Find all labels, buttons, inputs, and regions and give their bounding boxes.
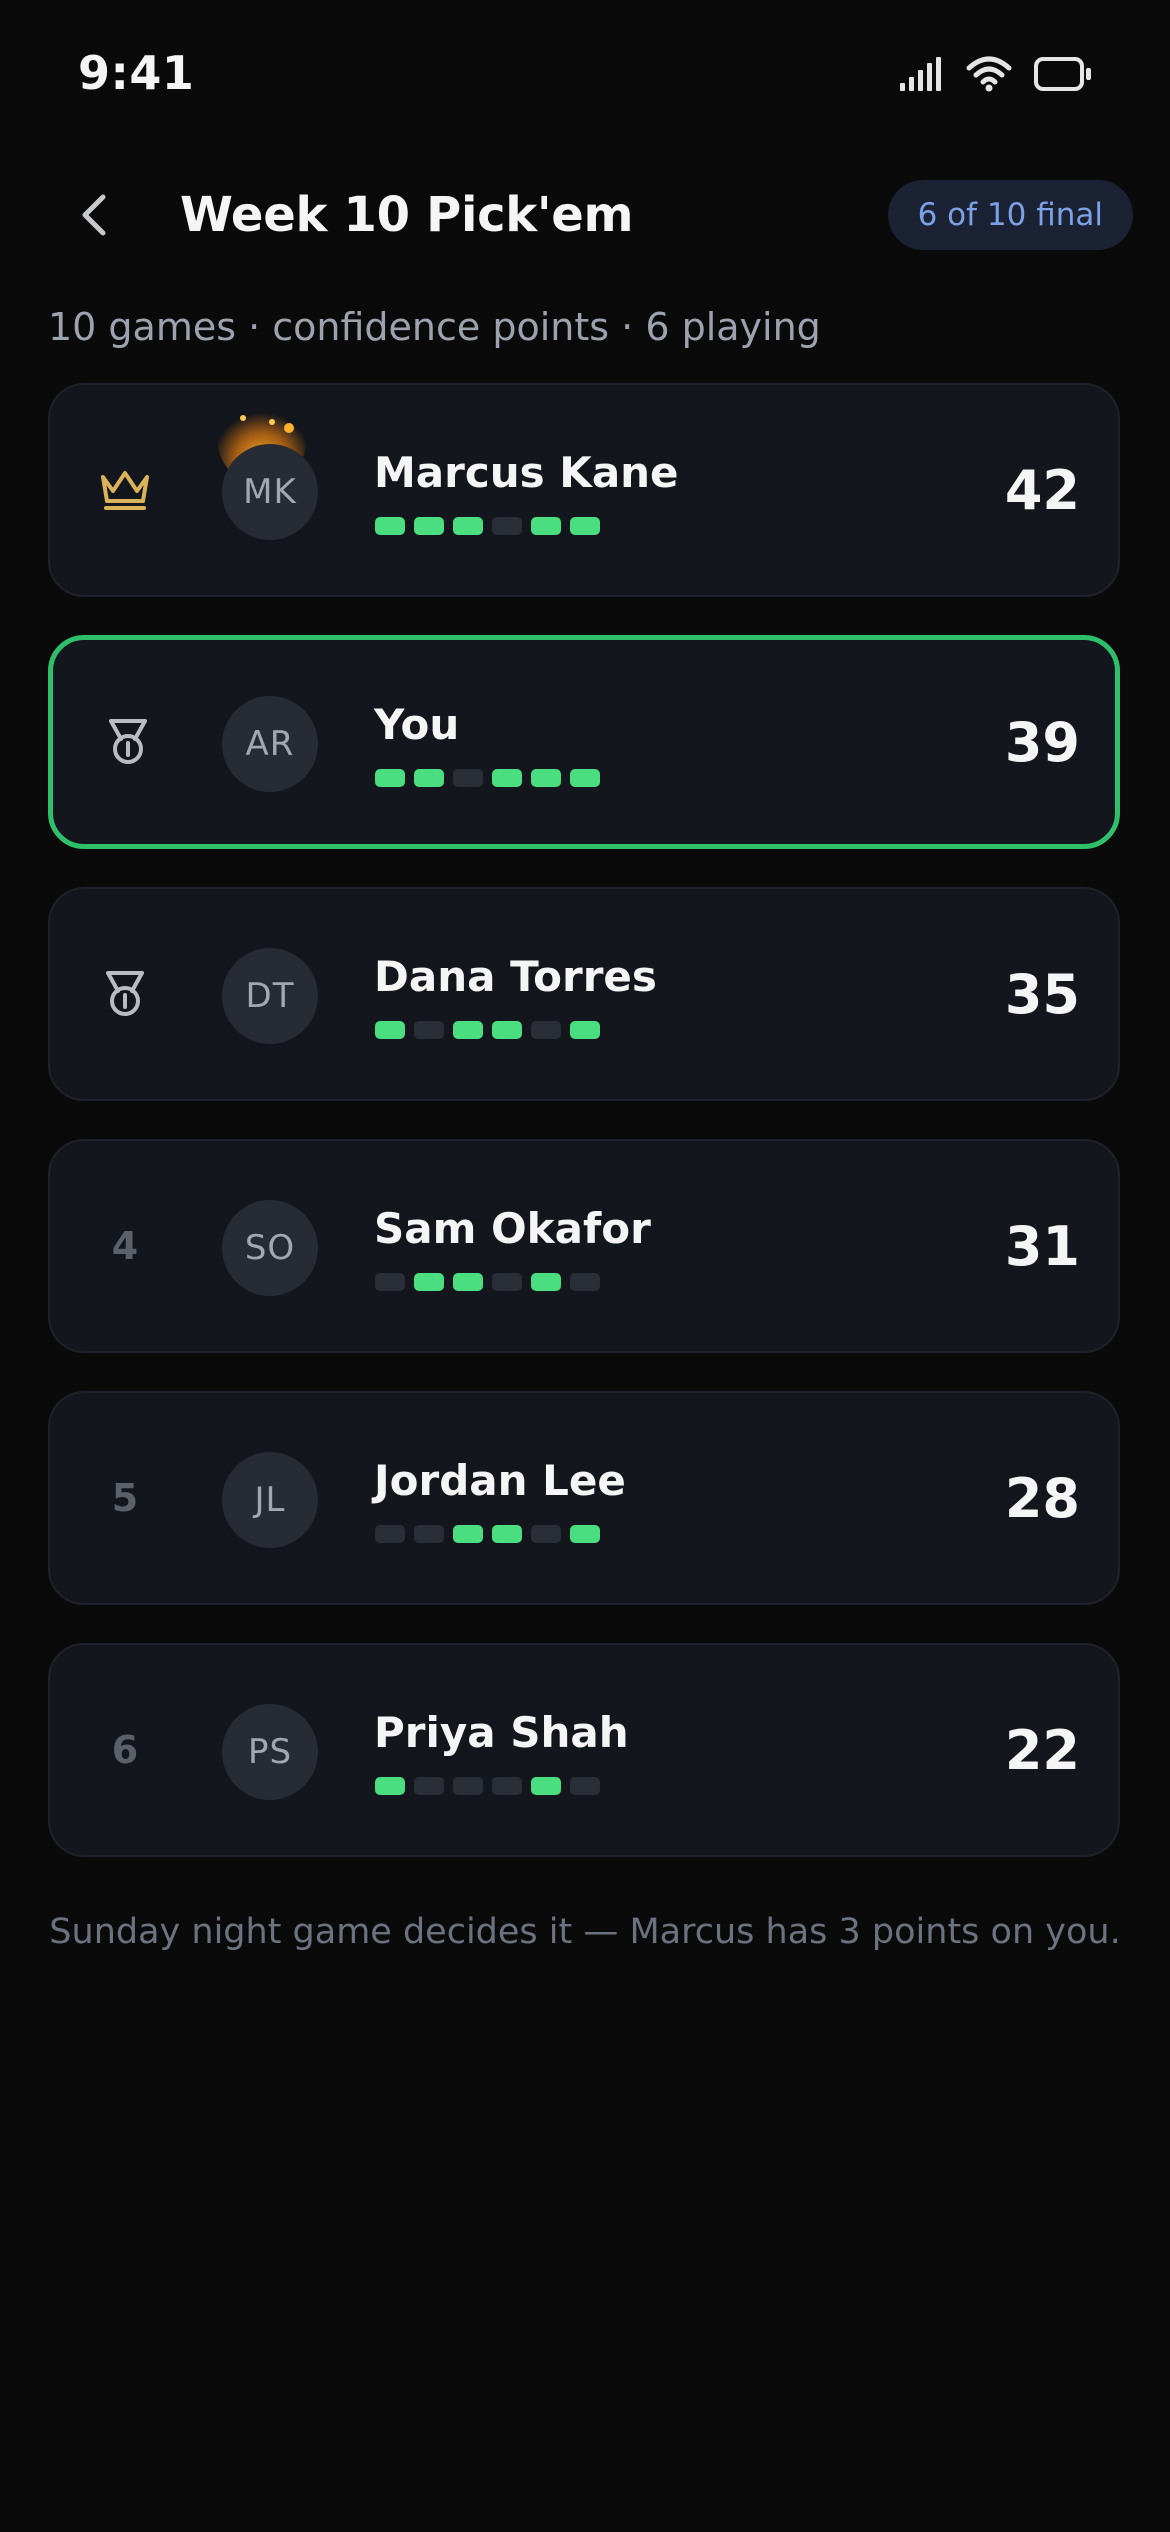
pick-missed-indicator bbox=[492, 1273, 522, 1291]
pick-missed-indicator bbox=[570, 1273, 600, 1291]
status-icons bbox=[898, 56, 1092, 92]
pick-results bbox=[375, 1525, 600, 1543]
rank-number: 5 bbox=[111, 1476, 139, 1520]
status-bar: 9:41 bbox=[0, 0, 1170, 150]
player-name: Marcus Kane bbox=[374, 448, 679, 497]
score: 28 bbox=[1004, 1466, 1080, 1530]
pick-correct-indicator bbox=[453, 1021, 483, 1039]
rank-indicator bbox=[90, 889, 160, 1099]
player-name: Dana Torres bbox=[374, 952, 657, 1001]
pick-correct-indicator bbox=[453, 1273, 483, 1291]
pick-correct-indicator bbox=[375, 517, 405, 535]
pick-correct-indicator bbox=[375, 1777, 405, 1795]
chevron-left-icon bbox=[82, 194, 106, 236]
pick-missed-indicator bbox=[570, 1777, 600, 1795]
score: 42 bbox=[1004, 458, 1080, 522]
pick-correct-indicator bbox=[492, 1525, 522, 1543]
score: 35 bbox=[1004, 962, 1080, 1026]
player-name: Priya Shah bbox=[374, 1708, 629, 1757]
avatar: SO bbox=[222, 1200, 318, 1296]
rank-indicator bbox=[93, 640, 163, 844]
pick-missed-indicator bbox=[453, 769, 483, 787]
back-button[interactable] bbox=[62, 182, 128, 248]
pick-correct-indicator bbox=[570, 517, 600, 535]
player-name: Sam Okafor bbox=[374, 1204, 651, 1253]
games-final-badge: 6 of 10 final bbox=[887, 180, 1133, 250]
pick-missed-indicator bbox=[531, 1021, 561, 1039]
player-name: You bbox=[374, 700, 460, 749]
crown-icon bbox=[101, 471, 149, 510]
pick-results bbox=[375, 1021, 600, 1039]
pick-correct-indicator bbox=[570, 1525, 600, 1543]
footer-note: Sunday night game decides it — Marcus ha… bbox=[49, 1912, 1121, 1952]
pick-missed-indicator bbox=[375, 1273, 405, 1291]
pick-missed-indicator bbox=[414, 1021, 444, 1039]
pick-missed-indicator bbox=[414, 1525, 444, 1543]
pick-correct-indicator bbox=[414, 517, 444, 535]
pick-correct-indicator bbox=[414, 1273, 444, 1291]
avatar: PS bbox=[222, 1704, 318, 1800]
pick-results bbox=[375, 769, 600, 787]
leaderboard-row[interactable]: 5 JL Jordan Lee 28 bbox=[48, 1391, 1120, 1605]
medal-icon bbox=[109, 719, 147, 764]
score: 39 bbox=[1004, 710, 1080, 774]
rank-number: 4 bbox=[111, 1224, 139, 1268]
leaderboard-row[interactable]: MK Marcus Kane 42 bbox=[48, 383, 1120, 597]
page-title: Week 10 Pick'em bbox=[180, 187, 634, 243]
battery-icon bbox=[1034, 57, 1091, 91]
header: Week 10 Pick'em 6 of 10 final bbox=[0, 170, 1170, 260]
pick-missed-indicator bbox=[492, 517, 522, 535]
pick-correct-indicator bbox=[375, 769, 405, 787]
avatar: AR bbox=[222, 696, 318, 792]
avatar: DT bbox=[222, 948, 318, 1044]
rank-number: 6 bbox=[111, 1728, 139, 1772]
pick-missed-indicator bbox=[414, 1777, 444, 1795]
avatar: MK bbox=[222, 444, 318, 540]
pick-correct-indicator bbox=[570, 1021, 600, 1039]
leaderboard-row[interactable]: DT Dana Torres 35 bbox=[48, 887, 1120, 1101]
status-time: 9:41 bbox=[78, 46, 195, 100]
pick-correct-indicator bbox=[492, 1021, 522, 1039]
rank-indicator bbox=[90, 385, 160, 595]
pick-correct-indicator bbox=[375, 1021, 405, 1039]
avatar: JL bbox=[222, 1452, 318, 1548]
pick-results bbox=[375, 517, 600, 535]
pick-missed-indicator bbox=[531, 1525, 561, 1543]
pick-correct-indicator bbox=[453, 517, 483, 535]
leaderboard-row[interactable]: 6 PS Priya Shah 22 bbox=[48, 1643, 1120, 1857]
leaderboard-row[interactable]: 4 SO Sam Okafor 31 bbox=[48, 1139, 1120, 1353]
pick-correct-indicator bbox=[570, 769, 600, 787]
pick-correct-indicator bbox=[531, 769, 561, 787]
score: 31 bbox=[1004, 1214, 1080, 1278]
pick-missed-indicator bbox=[453, 1777, 483, 1795]
cellular-signal-icon bbox=[900, 57, 941, 91]
pick-correct-indicator bbox=[531, 1273, 561, 1291]
pick-correct-indicator bbox=[453, 1525, 483, 1543]
player-name: Jordan Lee bbox=[374, 1456, 626, 1505]
pick-missed-indicator bbox=[375, 1525, 405, 1543]
score: 22 bbox=[1004, 1718, 1080, 1782]
pick-correct-indicator bbox=[492, 769, 522, 787]
pick-correct-indicator bbox=[414, 769, 444, 787]
pick-missed-indicator bbox=[492, 1777, 522, 1795]
pick-correct-indicator bbox=[531, 517, 561, 535]
medal-icon bbox=[106, 971, 144, 1016]
subtitle: 10 games · confidence points · 6 playing bbox=[48, 305, 821, 349]
wifi-icon bbox=[966, 56, 1012, 92]
leaderboard-row-current-user[interactable]: AR You 39 bbox=[48, 635, 1120, 849]
pick-results bbox=[375, 1777, 600, 1795]
leaderboard-list: MK Marcus Kane 42 AR You 39 DT Dana Torr bbox=[48, 383, 1122, 1895]
pick-correct-indicator bbox=[531, 1777, 561, 1795]
pick-results bbox=[375, 1273, 600, 1291]
